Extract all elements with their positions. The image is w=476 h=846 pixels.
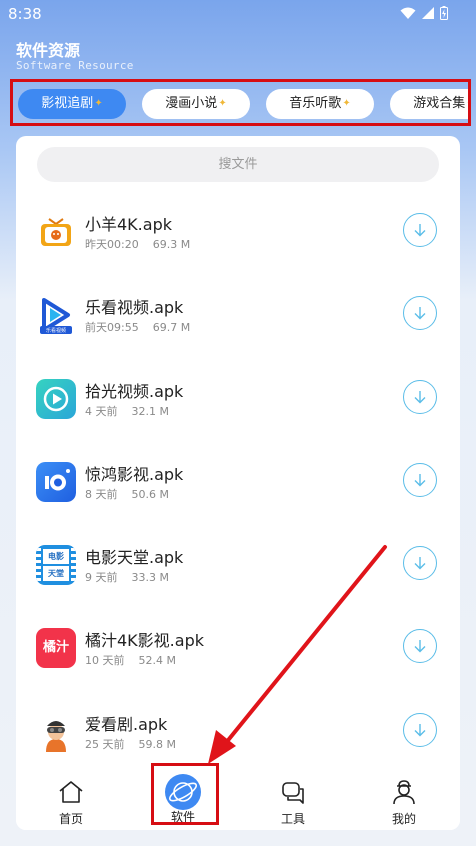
sparkle-icon: ✦ [94,98,103,109]
download-icon [414,640,426,653]
juzhi-icon-label: 橘汁 [42,640,69,656]
download-button[interactable] [403,546,437,581]
status-time: 8:38 [8,5,42,23]
file-name: 乐看视频.apk [85,298,184,318]
status-icons [400,6,448,20]
avatar-vr-icon [36,711,76,752]
file-name: 爱看剧.apk [85,714,168,734]
file-name: 拾光视频.apk [85,381,184,401]
download-button[interactable] [403,296,437,331]
movie-heaven-top-label: 电影 [43,549,69,565]
file-meta: 昨天00:20 69.3 M [85,238,191,251]
tab-comics[interactable]: 漫画小说 ✦ [142,89,250,119]
battery-icon [440,6,448,20]
list-item[interactable]: 惊鸿影视.apk 8 天前 50.6 M [16,446,460,529]
download-button[interactable] [403,213,437,247]
nav-software-highlight [151,763,219,825]
user-icon [393,780,415,805]
nav-tools[interactable]: 工具 [253,764,333,830]
page-title: 软件资源 [16,41,81,60]
file-name: 电影天堂.apk [85,548,184,568]
file-panel: 搜文件 小羊4K.apk 昨天00:20 69.3 M 乐看视频 乐看视频.apk… [16,136,460,830]
list-item[interactable]: 乐看视频 乐看视频.apk 前天09:55 69.7 M [16,279,460,362]
play-blue-icon: 乐看视频 [36,295,76,336]
sparkle-icon: ✦ [342,98,351,109]
file-meta: 10 天前 52.4 M [85,654,176,668]
nav-home[interactable]: 首页 [31,764,111,830]
lekan-icon-label: 乐看视频 [45,328,66,335]
home-icon [59,781,83,803]
page-subtitle: Software Resource [16,59,134,72]
download-icon [414,473,426,487]
chat-icon [282,782,304,804]
tab-movies[interactable]: 影视追剧 ✦ [18,89,126,119]
category-tabs-highlight: 影视追剧✦ 漫画小说✦ 音乐听歌✦ 游戏合集✦ [10,79,471,126]
file-meta: 8 天前 50.6 M [85,487,169,501]
file-name: 惊鸿影视.apk [85,464,184,484]
list-item[interactable]: 橘汁 橘汁4K影视.apk 10 天前 52.4 M [16,612,460,695]
list-item[interactable]: 电影 天堂 电影天堂.apk 9 天前 33.3 M [16,529,460,612]
play-teal-icon [36,378,76,419]
file-meta: 4 天前 32.1 M [85,404,169,418]
download-button[interactable] [403,462,437,497]
file-meta: 前天09:55 69.7 M [85,321,191,335]
film-strip-icon: 电影 天堂 [36,545,76,586]
download-button[interactable] [403,712,437,747]
sparkle-icon: ✦ [218,98,227,109]
tv-sheep-icon [36,212,76,252]
file-meta: 9 天前 33.3 M [85,571,169,585]
file-name: 橘汁4K影视.apk [85,631,204,651]
status-bar: 8:38 [0,0,476,28]
download-icon [414,723,426,737]
juzhi-logo-icon: 橘汁 [36,628,76,669]
download-icon [414,557,426,570]
list-item[interactable]: 拾光视频.apk 4 天前 32.1 M [16,363,460,446]
file-list: 小羊4K.apk 昨天00:20 69.3 M 乐看视频 乐看视频.apk 前天0… [16,196,460,779]
download-button[interactable] [403,379,437,414]
search-input[interactable]: 搜文件 [37,147,439,182]
download-icon [414,224,426,237]
tab-games[interactable]: 游戏合集✦ [390,89,468,119]
movie-heaven-bottom-label: 天堂 [43,566,69,582]
nav-profile[interactable]: 我的 [364,764,444,830]
download-icon [414,390,426,404]
wifi-icon [400,7,416,19]
download-icon [414,307,426,320]
camera-blue-icon [36,461,76,502]
list-item[interactable]: 小羊4K.apk 昨天00:20 69.3 M [16,196,460,279]
file-name: 小羊4K.apk [85,215,172,234]
sparkle-icon: ✦ [466,89,468,119]
category-tabs: 影视追剧✦ 漫画小说✦ 音乐听歌✦ 游戏合集✦ [18,89,468,119]
download-button[interactable] [403,629,437,664]
tab-music[interactable]: 音乐听歌 ✦ [266,89,374,119]
signal-icon [422,7,434,19]
file-meta: 25 天前 59.8 M [85,737,176,751]
bottom-nav: 首页 软件 工具 我的 [16,763,460,830]
